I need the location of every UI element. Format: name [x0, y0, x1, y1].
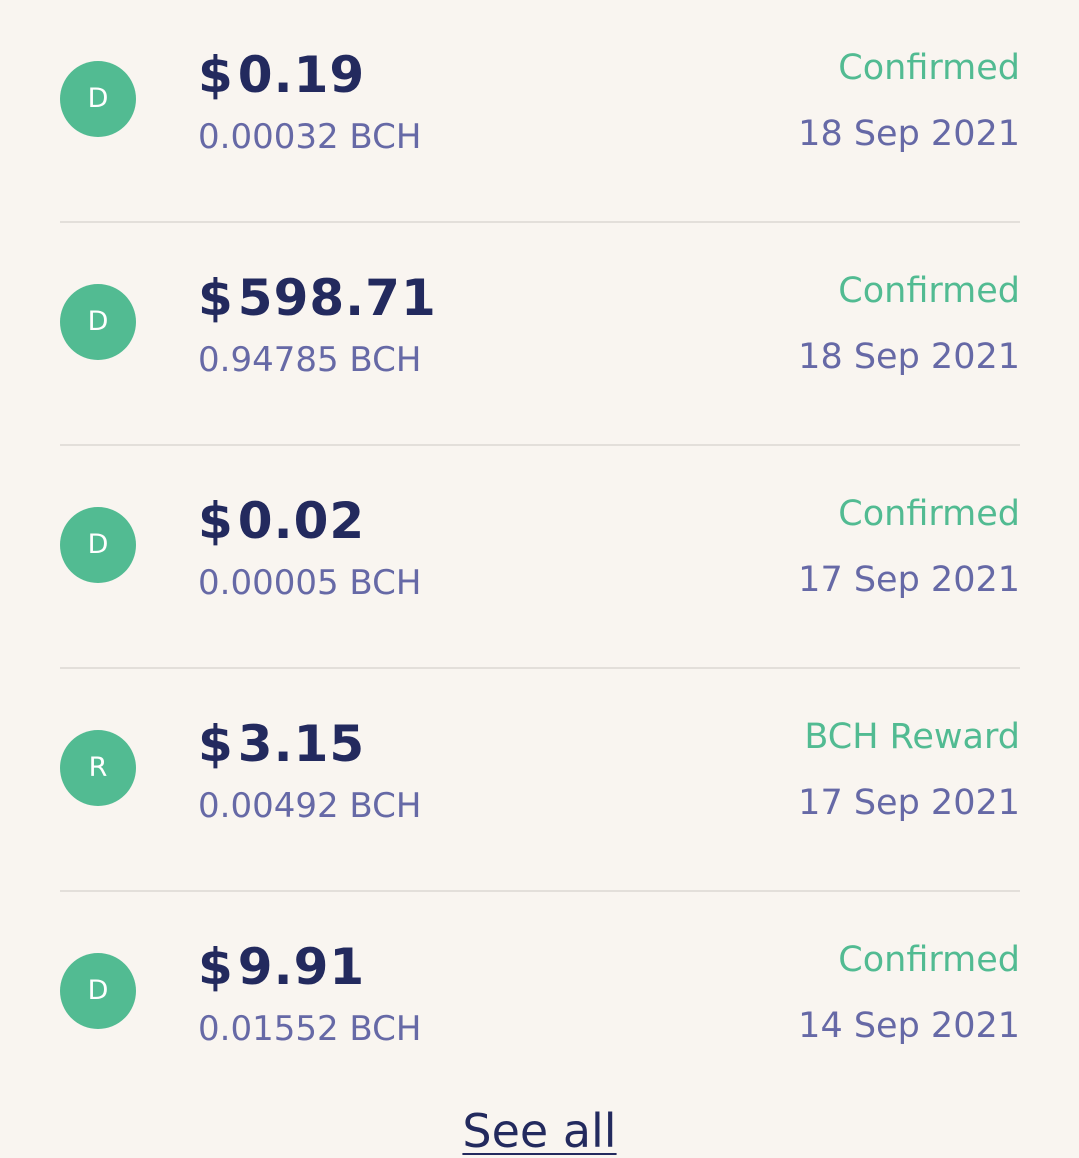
fiat-amount: $0.02 [198, 492, 365, 550]
fiat-amount: $0.19 [198, 46, 365, 104]
crypto-amount: 0.01552 BCH [198, 1009, 422, 1049]
crypto-amount: 0.00005 BCH [198, 563, 422, 603]
transaction-type-avatar: D [60, 507, 136, 583]
crypto-amount: 0.00492 BCH [198, 786, 422, 826]
transaction-date: 18 Sep 2021 [798, 337, 1020, 377]
transaction-status: Confirmed [838, 48, 1020, 88]
transaction-row[interactable]: D $598.71 0.94785 BCH Confirmed 18 Sep 2… [60, 223, 1020, 446]
crypto-amount: 0.94785 BCH [198, 340, 422, 380]
transaction-row[interactable]: D $9.91 0.01552 BCH Confirmed 14 Sep 202… [60, 892, 1020, 1092]
currency-symbol: $ [198, 715, 234, 773]
transaction-type-avatar: D [60, 61, 136, 137]
currency-symbol: $ [198, 269, 234, 327]
currency-symbol: $ [198, 492, 234, 550]
fiat-value: 598.71 [237, 269, 437, 327]
fiat-amount: $9.91 [198, 938, 365, 996]
transaction-status: BCH Reward [804, 717, 1020, 757]
see-all-container: See all [0, 1104, 1079, 1158]
transaction-date: 14 Sep 2021 [798, 1006, 1020, 1046]
transaction-row[interactable]: R $3.15 0.00492 BCH BCH Reward 17 Sep 20… [60, 669, 1020, 892]
transaction-status: Confirmed [838, 271, 1020, 311]
fiat-value: 3.15 [237, 715, 366, 773]
crypto-amount: 0.00032 BCH [198, 117, 422, 157]
see-all-link[interactable]: See all [462, 1104, 616, 1158]
fiat-value: 9.91 [237, 938, 366, 996]
currency-symbol: $ [198, 46, 234, 104]
transaction-type-avatar: R [60, 730, 136, 806]
transaction-date: 17 Sep 2021 [798, 783, 1020, 823]
transaction-type-avatar: D [60, 953, 136, 1029]
fiat-amount: $3.15 [198, 715, 365, 773]
currency-symbol: $ [198, 938, 234, 996]
transaction-status: Confirmed [838, 494, 1020, 534]
transaction-row[interactable]: D $0.02 0.00005 BCH Confirmed 17 Sep 202… [60, 446, 1020, 669]
transaction-status: Confirmed [838, 940, 1020, 980]
transaction-date: 18 Sep 2021 [798, 114, 1020, 154]
fiat-value: 0.19 [237, 46, 366, 104]
transaction-type-avatar: D [60, 284, 136, 360]
fiat-amount: $598.71 [198, 269, 437, 327]
transaction-row[interactable]: D $0.19 0.00032 BCH Confirmed 18 Sep 202… [60, 0, 1020, 223]
transaction-date: 17 Sep 2021 [798, 560, 1020, 600]
fiat-value: 0.02 [237, 492, 366, 550]
